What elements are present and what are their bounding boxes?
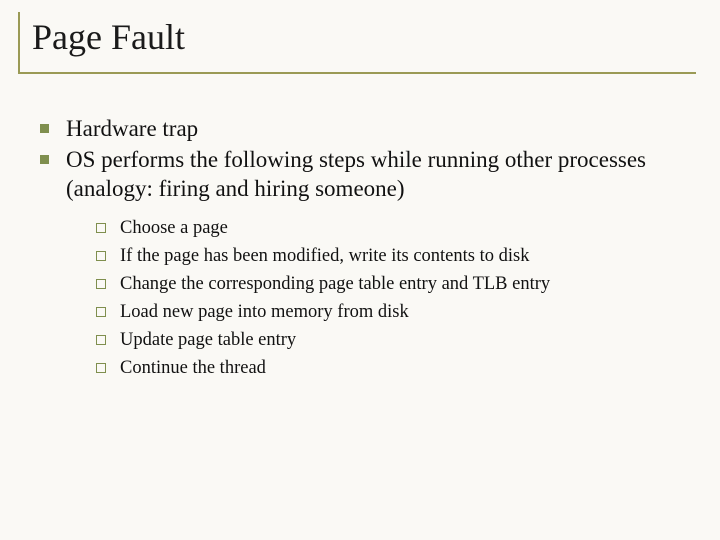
list-item-text: Change the corresponding page table entr…	[120, 274, 550, 294]
list-item: If the page has been modified, write its…	[94, 244, 686, 269]
list-item-text: OS performs the following steps while ru…	[66, 147, 646, 201]
slide: Page Fault Hardware trap OS performs the…	[0, 0, 720, 540]
list-item-text: Continue the thread	[120, 358, 266, 378]
list-item-text: Hardware trap	[66, 116, 198, 141]
bullet-list-level1: Hardware trap OS performs the following …	[38, 114, 686, 381]
list-item: Load new page into memory from disk	[94, 300, 686, 325]
bullet-list-level2: Choose a page If the page has been modif…	[66, 216, 686, 381]
list-item: Hardware trap	[38, 114, 686, 143]
list-item-text: Choose a page	[120, 218, 228, 238]
slide-body: Hardware trap OS performs the following …	[18, 114, 696, 381]
list-item-text: Update page table entry	[120, 330, 296, 350]
list-item: Update page table entry	[94, 328, 686, 353]
list-item: Continue the thread	[94, 356, 686, 381]
list-item: OS performs the following steps while ru…	[38, 145, 686, 381]
title-container: Page Fault	[18, 12, 696, 74]
page-title: Page Fault	[32, 18, 696, 58]
list-item: Change the corresponding page table entr…	[94, 272, 686, 297]
list-item: Choose a page	[94, 216, 686, 241]
list-item-text: Load new page into memory from disk	[120, 302, 409, 322]
list-item-text: If the page has been modified, write its…	[120, 246, 529, 266]
